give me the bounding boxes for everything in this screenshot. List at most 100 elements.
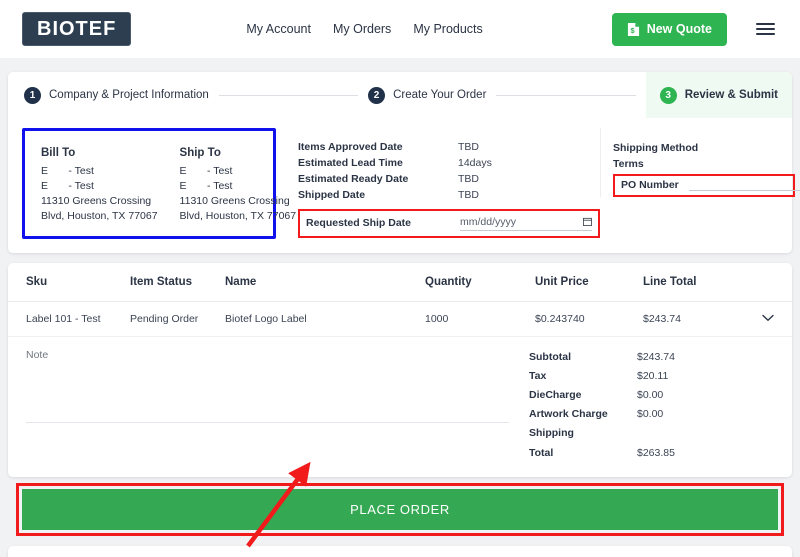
artwork-charge-value: $0.00 [637,408,664,421]
bill-to-line-2: E - Test [41,180,94,193]
total-row-total: Total $263.85 [529,444,774,463]
step-company-project-information[interactable]: 1 Company & Project Information [24,86,209,104]
nav-link-my-products[interactable]: My Products [413,22,482,36]
tax-label: Tax [529,370,547,383]
table-header-row: Sku Item Status Name Quantity Unit Price… [8,262,792,302]
detail-items-approved-date: Items Approved Date TBD [298,140,600,156]
hamburger-menu-icon[interactable] [753,20,778,38]
cell-expand[interactable] [752,301,792,337]
progress-stepper: 1 Company & Project Information 2 Create… [8,72,793,118]
note-input[interactable] [26,346,509,423]
items-approved-date-label: Items Approved Date [298,141,403,153]
bill-to-line-1: E - Test [41,165,94,178]
subtotal-label: Subtotal [529,350,571,363]
place-order-annotation: PLACE ORDER [16,482,784,536]
bill-to-title: Bill To [41,147,76,159]
detail-estimated-ready-date: Estimated Ready Date TBD [298,172,600,188]
place-order-button[interactable]: PLACE ORDER [22,488,778,530]
table-row[interactable]: Label 101 - Test Pending Order Biotef Lo… [8,301,792,337]
brand-logo[interactable]: BIOTEF [22,12,132,46]
step-2-label: Create Your Order [393,89,487,101]
calendar-icon[interactable] [583,217,592,227]
step-2-number: 2 [368,86,386,104]
chevron-down-icon[interactable] [762,313,774,325]
artwork-charge-label: Artwork Charge [529,408,608,421]
total-row-artwork-charge: Artwork Charge $0.00 [529,405,774,424]
total-value: $263.85 [637,446,675,459]
requested-ship-date-input[interactable]: mm/dd/yyyy [460,215,592,231]
nav-link-my-orders[interactable]: My Orders [333,22,391,36]
shipping-terms-block: Shipping Method Terms PO Number [600,128,800,197]
diecharge-label: DieCharge [529,389,582,402]
estimated-lead-time-label: Estimated Lead Time [298,156,403,169]
step-3-number: 3 [659,86,677,104]
terms-label: Terms [613,158,644,171]
bill-to-line-3: 11310 Greens Crossing [41,195,152,208]
column-header-item-status: Item Status [126,262,221,302]
back-card: Back [8,545,792,557]
bill-to-line-4: Blvd, Houston, TX 77067 [41,210,158,223]
back-row: Back [8,546,792,557]
step-review-and-submit[interactable]: 3 Review & Submit [645,72,793,118]
shipping-method-label: Shipping Method [613,142,699,154]
line-items-table: Sku Item Status Name Quantity Unit Price… [8,262,792,337]
tax-value: $20.11 [637,370,669,383]
cell-line-total: $243.74 [639,301,752,337]
cell-name: Biotef Logo Label [221,301,421,337]
requested-ship-date-placeholder: mm/dd/yyyy [460,215,517,228]
requested-ship-date-annotation: Requested Ship Date mm/dd/yyyy [298,208,600,238]
detail-estimated-lead-time: Estimated Lead Time 14days [298,156,600,172]
column-header-expand [752,262,792,302]
cell-quantity: 1000 [421,301,531,337]
bill-to-block: Bill To E - Test E - Test 11310 Greens C… [41,145,158,224]
po-number-annotation: PO Number [613,173,800,197]
line-items-card: Sku Item Status Name Quantity Unit Price… [8,262,792,477]
total-label: Total [529,446,554,459]
estimated-ready-date-value: TBD [458,172,479,185]
cell-unit-price: $0.243740 [531,301,639,337]
column-header-unit-price: Unit Price [531,262,639,302]
column-header-line-total: Line Total [639,262,752,302]
site-header: BIOTEF My Account My Orders My Products … [0,0,800,58]
column-header-sku: Sku [8,262,126,302]
note-and-totals-section: Subtotal $243.74 Tax $20.11 DieCharge $0… [8,337,792,477]
items-approved-date-value: TBD [458,141,479,153]
detail-shipped-date: Shipped Date TBD [298,188,600,204]
order-summary-section: Bill To E - Test E - Test 11310 Greens C… [8,118,800,253]
addresses-block: Bill To E - Test E - Test 11310 Greens C… [22,128,296,239]
step-1-number: 1 [24,86,41,104]
step-3-label: Review & Submit [684,89,779,101]
new-quote-label: New Quote [646,22,712,36]
step-1-label: Company & Project Information [49,89,209,101]
shipping-label: Shipping [529,427,574,440]
checkout-card: 1 Company & Project Information 2 Create… [8,72,800,253]
step-create-your-order[interactable]: 2 Create Your Order [368,86,487,104]
new-quote-button[interactable]: $ New Quote [611,12,727,46]
column-header-name: Name [221,262,421,302]
subtotal-value: $243.74 [637,350,675,363]
header-actions: $ New Quote [611,12,778,46]
main-navigation: My Account My Orders My Products [246,22,482,36]
estimated-lead-time-value: 14days [458,156,492,169]
total-row-shipping: Shipping [529,424,774,443]
cell-item-status: Pending Order [126,301,221,337]
page-body: 1 Company & Project Information 2 Create… [0,58,800,557]
step-connector-1 [218,94,359,96]
total-row-diecharge: DieCharge $0.00 [529,386,774,405]
diecharge-value: $0.00 [637,389,664,402]
estimated-ready-date-label: Estimated Ready Date [298,172,409,185]
order-dates-block: Items Approved Date TBD Estimated Lead T… [276,128,600,238]
invoice-dollar-icon: $ [627,22,640,37]
shipped-date-value: TBD [458,188,479,201]
po-number-input[interactable] [688,178,800,191]
note-area [26,346,509,463]
order-totals: Subtotal $243.74 Tax $20.11 DieCharge $0… [529,347,774,463]
nav-link-my-account[interactable]: My Account [246,22,311,36]
po-number-label: PO Number [621,178,679,191]
app-root: BIOTEF My Account My Orders My Products … [0,0,800,557]
shipped-date-label: Shipped Date [298,188,366,201]
column-header-quantity: Quantity [421,262,531,302]
table-body: Label 101 - Test Pending Order Biotef Lo… [8,301,792,337]
total-row-tax: Tax $20.11 [529,367,774,386]
table-head: Sku Item Status Name Quantity Unit Price… [8,262,792,302]
